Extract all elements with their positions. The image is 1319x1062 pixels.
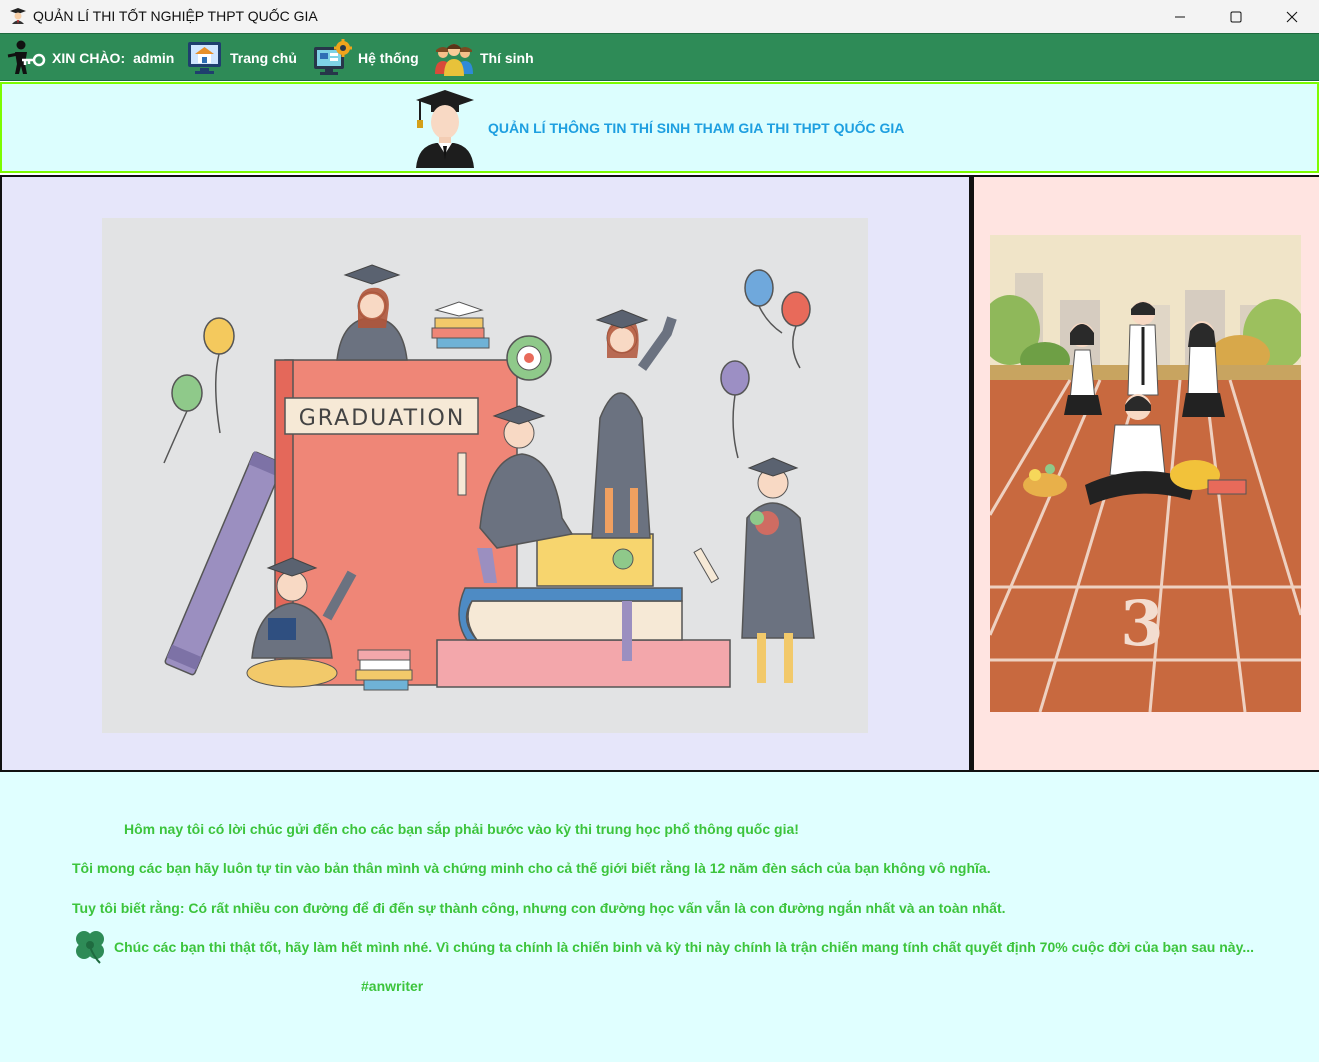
menu-bar: XIN CHÀO: admin Trang chủ Hệ thống Thí s…: [0, 33, 1319, 81]
running-track-illustration: 3: [990, 235, 1301, 712]
message-line-1: Hôm nay tôi có lời chúc gửi đến cho các …: [124, 821, 799, 837]
message-line-2: Tôi mong các bạn hãy luôn tự tin vào bản…: [72, 860, 991, 876]
graduate-icon: [10, 8, 26, 24]
banner-title: QUẢN LÍ THÔNG TIN THÍ SINH THAM GIA THI …: [488, 120, 905, 136]
message-signature: #anwriter: [361, 978, 424, 994]
user-key-icon: [7, 40, 46, 74]
graduation-illustration: GRADUATION: [102, 218, 868, 733]
menu-item-home[interactable]: Trang chủ: [186, 34, 297, 82]
close-icon: [1286, 11, 1298, 22]
close-button[interactable]: [1264, 0, 1319, 33]
menu-item-system[interactable]: Hệ thống: [312, 34, 419, 82]
header-banner: QUẢN LÍ THÔNG TIN THÍ SINH THAM GIA THI …: [0, 82, 1319, 173]
menu-item-candidates-label: Thí sinh: [480, 50, 534, 66]
maximize-icon: [1230, 11, 1242, 22]
minimize-icon: [1175, 16, 1185, 17]
username: admin: [133, 50, 175, 66]
menu-item-home-label: Trang chủ: [230, 50, 297, 66]
window-title: QUẢN LÍ THI TỐT NGHIỆP THPT QUỐC GIA: [33, 8, 318, 24]
track-lane-number: 3: [1120, 587, 1163, 660]
title-bar: QUẢN LÍ THI TỐT NGHIỆP THPT QUỐC GIA: [0, 0, 1319, 33]
maximize-button[interactable]: [1208, 0, 1264, 33]
home-computer-icon: [188, 42, 221, 74]
minimize-button[interactable]: [1152, 0, 1208, 33]
message-area: [0, 772, 1319, 1062]
message-line-3: Tuy tôi biết rằng: Có rất nhiều con đườn…: [72, 900, 1006, 916]
greeting-label: XIN CHÀO:: [52, 50, 126, 66]
system-settings-icon: [314, 39, 352, 75]
menu-item-system-label: Hệ thống: [358, 50, 419, 66]
students-icon: [435, 44, 473, 76]
graduation-label: GRADUATION: [299, 406, 466, 431]
message-line-4: Chúc các bạn thi thật tốt, hãy làm hết m…: [114, 939, 1254, 955]
graduate-avatar-icon: [416, 90, 474, 168]
menu-item-candidates[interactable]: Thí sinh: [434, 34, 534, 82]
clover-icon: [76, 931, 104, 964]
greeting: XIN CHÀO: admin: [6, 34, 174, 82]
